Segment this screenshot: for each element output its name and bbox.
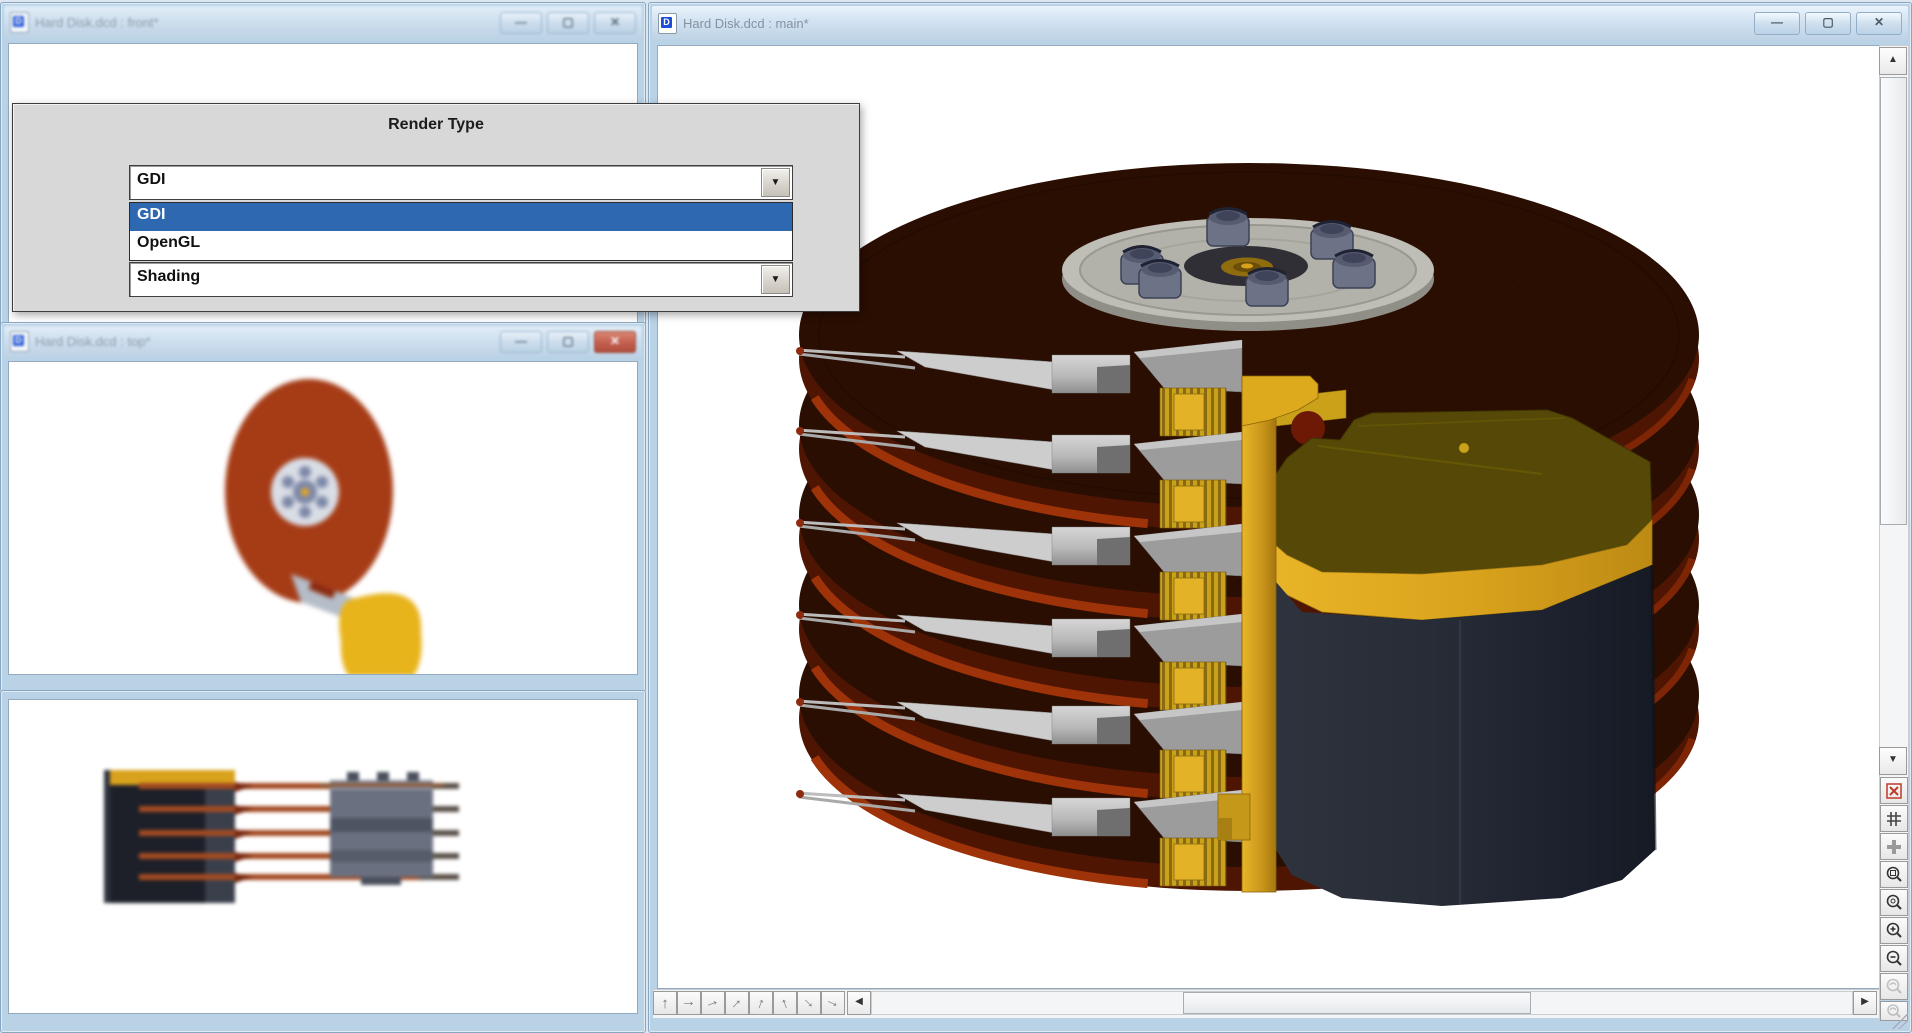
scroll-down-button[interactable]: ▼ (1879, 747, 1907, 775)
scroll-up-button[interactable]: ▲ (1879, 47, 1907, 75)
hub-screw (1333, 251, 1375, 289)
render-type-combobox[interactable]: GDI ▼ (129, 165, 793, 200)
dropdown-arrow-icon[interactable]: ▼ (761, 168, 790, 197)
close-button[interactable]: ✕ (594, 331, 636, 353)
scroll-right-button[interactable]: ▶ (1853, 991, 1877, 1015)
view-right-button[interactable]: ↑ (677, 991, 701, 1015)
zoom-extents-button[interactable] (1880, 861, 1908, 888)
window-front-titlebar[interactable]: D Hard Disk.dcd : front* — ▢ ✕ (4, 6, 642, 39)
zoom-in-button[interactable] (1880, 917, 1908, 944)
document-icon: D (658, 13, 677, 34)
zoom-previous-button[interactable] (1880, 973, 1908, 1000)
restore-button[interactable]: ▢ (547, 331, 589, 353)
option-opengl[interactable]: OpenGL (130, 231, 792, 259)
dialog-title: Render Type (13, 116, 859, 134)
window-top-title: Hard Disk.dcd : top* (35, 334, 151, 349)
restore-button[interactable]: ▢ (1805, 12, 1851, 35)
minimize-button[interactable]: — (500, 331, 542, 353)
close-button[interactable]: ✕ (1856, 12, 1902, 35)
close-button[interactable]: ✕ (594, 12, 636, 34)
render-type-dialog: Render Type GDI ▼ GDI OpenGL Shading ▼ (12, 103, 860, 312)
dropdown-arrow-icon[interactable]: ▼ (761, 265, 790, 294)
top-view-canvas[interactable] (8, 361, 638, 675)
hub-screw (1139, 261, 1181, 299)
minimize-button[interactable]: — (1754, 12, 1800, 35)
pan-button[interactable] (1880, 833, 1908, 860)
render-type-value: GDI (137, 171, 165, 189)
window-main-titlebar[interactable]: D Hard Disk.dcd : main* — ▢ ✕ (652, 6, 1908, 40)
render-type-options-list: GDI OpenGL (129, 202, 793, 261)
hub-screw (1246, 269, 1288, 307)
window-top-view: D Hard Disk.dcd : top* — ▢ ✕ (0, 322, 646, 692)
window-side-view (0, 690, 646, 1033)
view-iso-155-button[interactable]: ↑ (821, 991, 845, 1015)
view-iso-20-button[interactable]: ↑ (701, 991, 725, 1015)
hub-screw (1207, 209, 1249, 247)
side-view-drawing (9, 700, 638, 1014)
resize-grip[interactable] (1892, 1013, 1908, 1029)
render-close-button[interactable] (1880, 777, 1908, 804)
document-icon: D (10, 331, 29, 352)
window-front-title: Hard Disk.dcd : front* (35, 15, 159, 30)
top-view-drawing (9, 362, 638, 675)
horizontal-scrollbar-thumb[interactable] (1183, 992, 1531, 1014)
view-iso-45-button[interactable]: ↑ (725, 991, 749, 1015)
vertical-scrollbar-thumb[interactable] (1880, 77, 1907, 525)
view-iso-135-button[interactable]: ↑ (797, 991, 821, 1015)
grid-toggle-button[interactable] (1880, 805, 1908, 832)
side-view-canvas[interactable] (8, 699, 638, 1014)
restore-button[interactable]: ▢ (547, 12, 589, 34)
zoom-out-button[interactable] (1880, 945, 1908, 972)
zoom-window-button[interactable] (1880, 889, 1908, 916)
view-up-button[interactable]: ↑ (653, 991, 677, 1015)
document-icon: D (10, 12, 29, 33)
view-iso-110-button[interactable]: ↑ (773, 991, 797, 1015)
shading-combobox[interactable]: Shading ▼ (129, 262, 793, 297)
option-gdi[interactable]: GDI (130, 203, 792, 231)
view-iso-70-button[interactable]: ↑ (749, 991, 773, 1015)
window-main-title: Hard Disk.dcd : main* (683, 16, 809, 31)
scroll-left-button[interactable]: ◀ (847, 991, 871, 1015)
minimize-button[interactable]: — (500, 12, 542, 34)
window-top-titlebar[interactable]: D Hard Disk.dcd : top* — ▢ ✕ (4, 326, 642, 357)
shading-value: Shading (137, 268, 200, 286)
